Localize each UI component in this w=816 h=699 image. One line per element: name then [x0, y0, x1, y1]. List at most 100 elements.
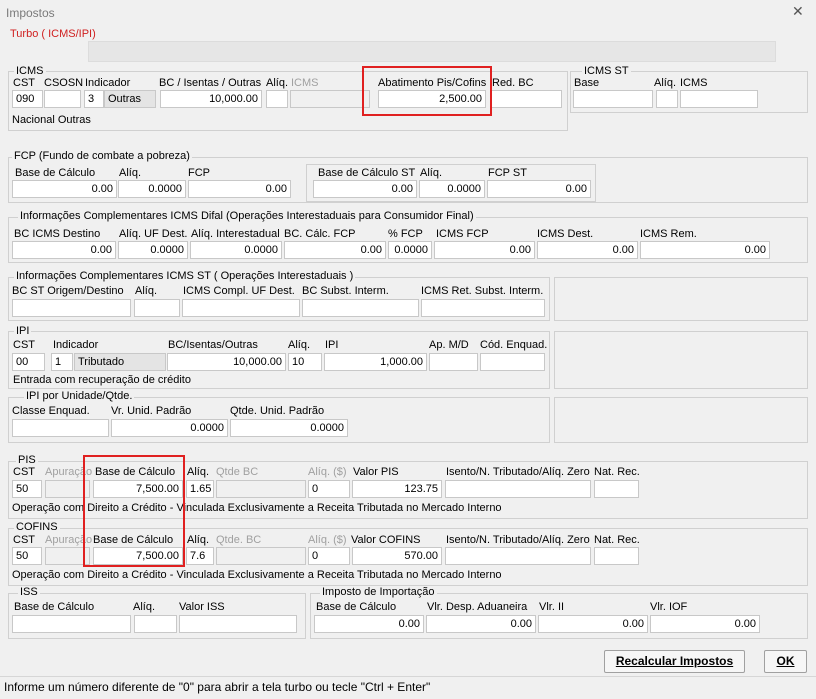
ipi-aliq-header: Alíq. — [288, 339, 311, 351]
st-inter-f2[interactable] — [134, 299, 180, 317]
import-v1[interactable]: 0.00 — [314, 615, 424, 633]
status-bar: Informe um número diferente de "0" para … — [0, 676, 816, 699]
icms-st-aliq-field[interactable] — [656, 90, 678, 108]
import-title: Imposto de Importação — [320, 586, 437, 599]
st-inter-f3[interactable] — [182, 299, 300, 317]
cofins-aliq-header: Alíq. — [187, 534, 210, 546]
cofins-nat-field[interactable] — [594, 547, 639, 565]
ipi-unid-h3: Qtde. Unid. Padrão — [230, 405, 325, 417]
import-v4[interactable]: 0.00 — [650, 615, 760, 633]
ipi-ipi-field[interactable]: 1,000.00 — [324, 353, 427, 371]
icms-indicador-code[interactable]: 3 — [84, 90, 104, 108]
difal-v3[interactable]: 0.0000 — [190, 241, 282, 259]
pis-nat-field[interactable] — [594, 480, 639, 498]
difal-h7: ICMS Dest. — [537, 228, 594, 240]
ipi-aliq-field[interactable]: 10 — [288, 353, 322, 371]
pis-isento-field[interactable] — [445, 480, 591, 498]
import-v3[interactable]: 0.00 — [538, 615, 648, 633]
st-inter-f5[interactable] — [421, 299, 545, 317]
cofins-isento-header: Isento/N. Tributado/Alíq. Zero — [446, 534, 590, 546]
iss-valor-field[interactable] — [179, 615, 297, 633]
cofins-isento-field[interactable] — [445, 547, 591, 565]
ipi-unid-qt-field[interactable]: 0.0000 — [230, 419, 348, 437]
ipi-bc-field[interactable]: 10,000.00 — [167, 353, 286, 371]
cofins-aliqrs-field[interactable]: 0 — [308, 547, 350, 565]
fcp-base-field[interactable]: 0.00 — [12, 180, 117, 198]
ipi-ind-text: Tributado — [74, 353, 166, 371]
st-inter-title: Informações Complementares ICMS ST ( Ope… — [14, 270, 356, 283]
difal-v4[interactable]: 0.00 — [284, 241, 386, 259]
cofins-qtde-header: Qtde. BC — [216, 534, 262, 546]
import-h4: Vlr. IOF — [650, 601, 688, 613]
pis-qtde-field — [216, 480, 306, 498]
ipi-ind-header: Indicador — [53, 339, 99, 351]
fcp-base-st-field[interactable]: 0.00 — [313, 180, 417, 198]
iss-aliq-header: Alíq. — [133, 601, 156, 613]
difal-h8: ICMS Rem. — [640, 228, 697, 240]
ipi-apmd-field[interactable] — [429, 353, 478, 371]
icms-st-icms-field[interactable] — [680, 90, 758, 108]
difal-v8[interactable]: 0.00 — [640, 241, 770, 259]
fcp-aliq-field[interactable]: 0.0000 — [118, 180, 186, 198]
iss-valor-header: Valor ISS — [179, 601, 225, 613]
pis-cst-field[interactable]: 50 — [12, 480, 42, 498]
difal-v6[interactable]: 0.00 — [434, 241, 535, 259]
difal-v1[interactable]: 0.00 — [12, 241, 116, 259]
icms-description: Nacional Outras — [12, 114, 91, 126]
st-inter-h3: ICMS Compl. UF Dest. — [183, 285, 295, 297]
turbo-field[interactable] — [88, 41, 776, 62]
ipi-unid-vr-field[interactable]: 0.0000 — [111, 419, 228, 437]
ipi-ipi-header: IPI — [325, 339, 339, 351]
pis-aliq-field[interactable]: 1.65 — [186, 480, 214, 498]
fcp-fcp-st-field[interactable]: 0.00 — [487, 180, 591, 198]
icms-cst-field[interactable]: 090 — [12, 90, 43, 108]
ipi-cst-field[interactable]: 00 — [12, 353, 45, 371]
ipi-unid-classe-field[interactable] — [12, 419, 109, 437]
icms-aliq-field[interactable] — [266, 90, 288, 108]
icms-bc-field[interactable]: 10,000.00 — [160, 90, 262, 108]
icms-redbc-header: Red. BC — [492, 77, 534, 89]
ipi-unid-side-panel — [554, 397, 808, 443]
icms-indicador-text: Outras — [104, 90, 156, 108]
ipi-ind-code[interactable]: 1 — [51, 353, 73, 371]
icms-icms-header: ICMS — [291, 77, 319, 89]
ipi-apmd-header: Ap. M/D — [429, 339, 469, 351]
ipi-title: IPI — [14, 325, 32, 338]
cofins-valor-header: Valor COFINS — [351, 534, 421, 546]
st-inter-f4[interactable] — [302, 299, 419, 317]
ipi-cod-header: Cód. Enquad. — [480, 339, 548, 351]
icms-csosn-header: CSOSN — [44, 77, 84, 89]
pis-qtde-header: Qtde BC — [216, 466, 259, 478]
iss-base-field[interactable] — [12, 615, 131, 633]
recalcular-impostos-button[interactable]: Recalcular Impostos — [604, 650, 745, 673]
iss-aliq-field[interactable] — [134, 615, 177, 633]
fcp-aliq-st-field[interactable]: 0.0000 — [419, 180, 485, 198]
ipi-unid-h2: Vr. Unid. Padrão — [111, 405, 192, 417]
close-icon[interactable]: ✕ — [792, 4, 804, 18]
difal-v2[interactable]: 0.0000 — [118, 241, 188, 259]
icms-redbc-field[interactable] — [490, 90, 562, 108]
icms-st-base-field[interactable] — [573, 90, 653, 108]
pis-nat-header: Nat. Rec. — [594, 466, 640, 478]
difal-title: Informações Complementares ICMS Difal (O… — [18, 210, 476, 223]
pis-cst-header: CST — [13, 466, 35, 478]
st-inter-f1[interactable] — [12, 299, 131, 317]
import-v2[interactable]: 0.00 — [426, 615, 536, 633]
pis-isento-header: Isento/N. Tributado/Alíq. Zero — [446, 466, 590, 478]
ipi-cod-field[interactable] — [480, 353, 545, 371]
turbo-label: Turbo ( ICMS/IPI) — [10, 28, 96, 40]
fcp-fcp-field[interactable]: 0.00 — [188, 180, 291, 198]
difal-v7[interactable]: 0.00 — [537, 241, 638, 259]
cofins-aliq-field[interactable]: 7.6 — [186, 547, 214, 565]
icms-csosn-field[interactable] — [44, 90, 81, 108]
icms-cst-header: CST — [13, 77, 35, 89]
difal-v5[interactable]: 0.0000 — [388, 241, 432, 259]
pis-valor-field[interactable]: 123.75 — [352, 480, 442, 498]
ok-button[interactable]: OK — [764, 650, 807, 673]
cofins-cst-field[interactable]: 50 — [12, 547, 42, 565]
pis-aliqrs-field[interactable]: 0 — [308, 480, 350, 498]
cofins-valor-field[interactable]: 570.00 — [352, 547, 442, 565]
icms-bc-header: BC / Isentas / Outras — [159, 77, 262, 89]
pis-aliqrs-header: Alíq. ($) — [308, 466, 347, 478]
import-h3: Vlr. II — [539, 601, 565, 613]
